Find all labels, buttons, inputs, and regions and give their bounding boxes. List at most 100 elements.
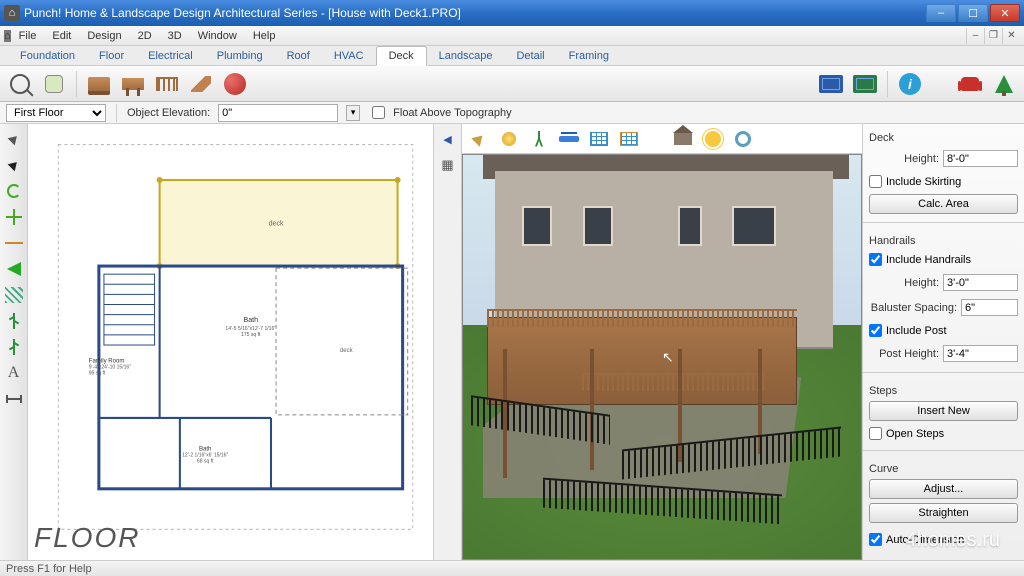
landscape-button[interactable] [990,70,1018,98]
menu-3d[interactable]: 3D [160,28,190,44]
house-preset[interactable] [670,127,696,151]
tab-hvac[interactable]: HVAC [322,47,376,65]
dimension-tool[interactable] [3,388,25,410]
view-3d[interactable]: ↖ [462,154,862,560]
arrow-icon [7,133,20,146]
hr-height-input[interactable] [943,274,1018,291]
tab-floor[interactable]: Floor [87,47,136,65]
toggle-b-button[interactable]: ▦ [437,154,459,176]
view2d-icon [819,75,843,93]
minimize-button[interactable]: – [926,4,956,22]
furniture-button[interactable] [956,70,984,98]
text-tool[interactable]: A [3,362,25,384]
railing-tool[interactable] [153,70,181,98]
tab-landscape[interactable]: Landscape [427,47,505,65]
grid-tool[interactable] [586,127,612,151]
stairs-tool[interactable] [187,70,215,98]
svg-text:Bath: Bath [243,316,258,324]
tab-roof[interactable]: Roof [275,47,322,65]
mdi-close[interactable]: ✕ [1002,28,1020,44]
plan-view-2d[interactable]: deck Bath 14'-5 5/16"x12'-7 1/16" 175 sq… [28,124,434,560]
include-post-checkbox[interactable] [869,324,882,337]
light-tool[interactable] [496,127,522,151]
chevron-left-icon: ◀ [443,133,451,146]
walk-tool[interactable] [526,127,552,151]
hatch-tool[interactable] [3,284,25,306]
baluster-input[interactable] [961,299,1018,316]
arrow-dark-icon [7,159,20,172]
include-handrails-checkbox[interactable] [869,253,882,266]
hr-height-label: Height: [869,277,939,289]
obj-elev-dropdown[interactable]: ▾ [346,105,360,121]
skirting-checkbox[interactable] [869,175,882,188]
menu-design[interactable]: Design [79,28,129,44]
pan-icon [45,75,63,93]
sun-tool[interactable] [700,127,726,151]
view-split-button[interactable] [851,70,879,98]
maximize-button[interactable]: ☐ [958,4,988,22]
tab-deck[interactable]: Deck [376,46,427,66]
fly-tool[interactable] [556,127,582,151]
adjust-button[interactable]: Adjust... [869,479,1018,499]
deck-tool[interactable] [85,70,113,98]
auto-dim-label: Auto-Dimension [886,534,964,546]
calc-area-button[interactable]: Calc. Area [869,194,1018,214]
straighten-button[interactable]: Straighten [869,503,1018,523]
separator [76,71,77,97]
cursor3d-icon [471,131,487,147]
view-3d-side-palette: ◀ ▦ [434,124,462,560]
pan-tool[interactable] [40,70,68,98]
select-tool-alt[interactable] [3,154,25,176]
floorplan-svg: deck Bath 14'-5 5/16"x12'-7 1/16" 175 sq… [28,124,433,560]
tab-plumbing[interactable]: Plumbing [205,47,275,65]
divider [863,222,1024,223]
material-tool[interactable] [221,70,249,98]
post-height-input[interactable] [943,345,1018,362]
import-tool[interactable] [3,258,25,280]
picnic-tool[interactable] [119,70,147,98]
grid3d-icon [590,132,608,146]
rotate-tool[interactable] [3,180,25,202]
deck-height-input[interactable] [943,150,1018,167]
zoom-tool[interactable] [6,70,34,98]
mdi-minimize[interactable]: – [966,28,984,44]
tab-detail[interactable]: Detail [504,47,556,65]
settings-3d[interactable] [730,127,756,151]
menu-help[interactable]: Help [245,28,284,44]
mdi-restore[interactable]: ❐ [984,28,1002,44]
tab-framing[interactable]: Framing [557,47,621,65]
layout-tool[interactable] [616,127,642,151]
floor-select[interactable]: First Floor [6,104,106,122]
deck-label: deck [269,220,284,228]
dim-icon [6,398,22,400]
railing-icon [156,77,178,91]
divider [863,372,1024,373]
main-toolbar: i [0,66,1024,102]
float-checkbox[interactable] [372,106,385,119]
tab-foundation[interactable]: Foundation [8,47,87,65]
line-icon [5,242,23,244]
deck-3d [487,317,797,406]
deck-post [590,349,594,470]
cursor3d-tool[interactable] [466,127,492,151]
obj-elev-input[interactable] [218,104,338,122]
toggle-a-button[interactable]: ◀ [437,128,459,150]
plant-tool-2[interactable] [3,336,25,358]
status-bar: Press F1 for Help [0,560,1024,576]
auto-dim-checkbox[interactable] [869,533,882,546]
open-steps-checkbox[interactable] [869,427,882,440]
insert-steps-button[interactable]: Insert New [869,401,1018,421]
select-tool[interactable] [3,128,25,150]
line-tool[interactable] [3,232,25,254]
menu-2d[interactable]: 2D [130,28,160,44]
close-button[interactable]: ✕ [990,4,1020,22]
tab-electrical[interactable]: Electrical [136,47,205,65]
plant-tool[interactable] [3,310,25,332]
snap-tool[interactable] [3,206,25,228]
info-button[interactable]: i [896,70,924,98]
menu-file[interactable]: File [11,28,45,44]
menu-edit[interactable]: Edit [44,28,79,44]
house3d-icon [674,133,692,145]
view-2d-button[interactable] [817,70,845,98]
menu-window[interactable]: Window [190,28,245,44]
